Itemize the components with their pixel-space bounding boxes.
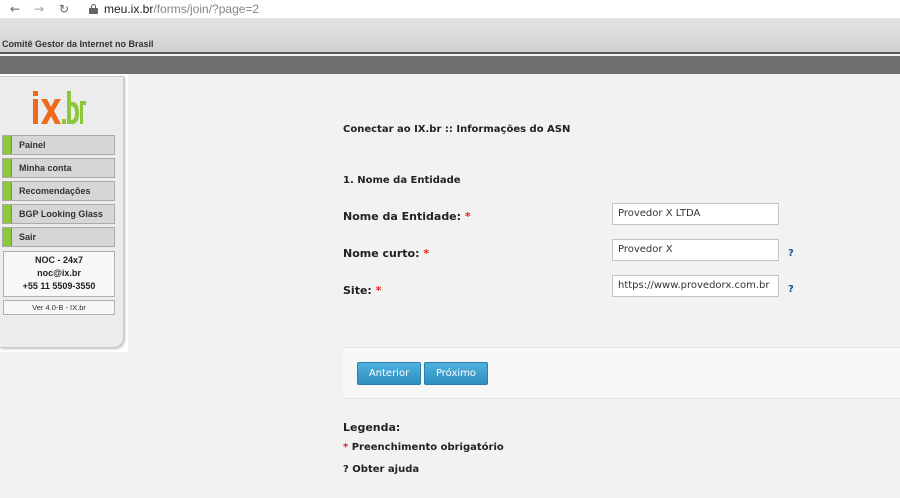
org-name: Comitê Gestor da Internet no Brasil	[2, 39, 154, 49]
url-path: /forms/join/?page=2	[153, 2, 260, 16]
required-marker: *	[375, 284, 382, 297]
entity-name-input[interactable]: Provedor X LTDA	[612, 203, 779, 225]
sidebar-item-label: Painel	[19, 140, 46, 150]
sidebar-item-recomendacoes[interactable]: Recomendações	[2, 181, 115, 201]
field-label-text: Site:	[343, 284, 372, 297]
help-marker: ?	[343, 464, 349, 475]
arrow-left-icon[interactable]: ←	[6, 1, 24, 17]
short-name-help-icon[interactable]: ?	[788, 248, 794, 259]
site-input[interactable]: https://www.provedorx.com.br	[612, 275, 779, 297]
site-label: Site: *	[343, 284, 381, 297]
sidebar-item-label: Sair	[19, 232, 37, 242]
header-band	[0, 56, 900, 74]
entity-name-label: Nome da Entidade: *	[343, 210, 471, 223]
legend-title: Legenda:	[343, 421, 401, 434]
field-label-text: Nome da Entidade:	[343, 210, 462, 223]
field-label-text: Nome curto:	[343, 247, 420, 260]
version-label: Ver 4.0-B - IX.br	[3, 300, 115, 315]
menu-accent	[3, 136, 12, 154]
address-bar[interactable]: meu.ix.br/forms/join/?page=2	[89, 1, 259, 17]
sidebar-item-label: Recomendações	[19, 186, 91, 196]
form-actions: Anterior Próximo	[343, 347, 900, 399]
sidebar-item-label: Minha conta	[19, 163, 72, 173]
required-marker: *	[464, 210, 471, 223]
menu-accent	[3, 159, 12, 177]
url-host: meu.ix.br	[104, 2, 154, 16]
ix-br-logo[interactable]	[30, 89, 86, 129]
site-help-icon[interactable]: ?	[788, 284, 794, 295]
lock-icon[interactable]	[89, 4, 98, 14]
noc-email[interactable]: noc@ix.br	[4, 267, 114, 280]
page-title: Conectar ao IX.br :: Informações do ASN	[343, 124, 571, 135]
noc-title: NOC - 24x7	[34, 255, 84, 265]
short-name-input[interactable]: Provedor X	[612, 239, 779, 261]
arrow-right-icon[interactable]: →	[30, 1, 48, 17]
legend-help-text: Obter ajuda	[352, 464, 420, 475]
sidebar-panel: Painel Minha conta Recomendações BGP Loo…	[0, 76, 124, 348]
section-title: 1. Nome da Entidade	[343, 175, 461, 186]
noc-contact-box: NOC - 24x7 noc@ix.br +55 11 5509-3550	[3, 251, 115, 297]
menu-accent	[3, 205, 12, 223]
required-marker: *	[423, 247, 430, 260]
noc-phone: +55 11 5509-3550	[22, 281, 96, 291]
menu-accent	[3, 228, 12, 246]
browser-toolbar: ← → ↻ meu.ix.br/forms/join/?page=2	[0, 0, 900, 18]
legend-help: ? Obter ajuda	[343, 464, 419, 475]
legend-required-text: Preenchimento obrigatório	[351, 442, 504, 453]
legend-required: * Preenchimento obrigatório	[343, 442, 504, 453]
sidebar-item-sair[interactable]: Sair	[2, 227, 115, 247]
sidebar-item-painel[interactable]: Painel	[2, 135, 115, 155]
short-name-label: Nome curto: *	[343, 247, 429, 260]
sidebar-item-bgp-looking-glass[interactable]: BGP Looking Glass	[2, 204, 115, 224]
site-header: Comitê Gestor da Internet no Brasil	[0, 18, 900, 54]
sidebar-item-label: BGP Looking Glass	[19, 209, 103, 219]
reload-icon[interactable]: ↻	[55, 1, 73, 17]
sidebar-item-minha-conta[interactable]: Minha conta	[2, 158, 115, 178]
required-marker: *	[343, 442, 349, 453]
main-content: Conectar ao IX.br :: Informações do ASN …	[128, 74, 900, 498]
sidebar: Painel Minha conta Recomendações BGP Loo…	[0, 74, 128, 352]
next-button[interactable]: Próximo	[424, 362, 488, 385]
menu-accent	[3, 182, 12, 200]
previous-button[interactable]: Anterior	[357, 362, 421, 385]
